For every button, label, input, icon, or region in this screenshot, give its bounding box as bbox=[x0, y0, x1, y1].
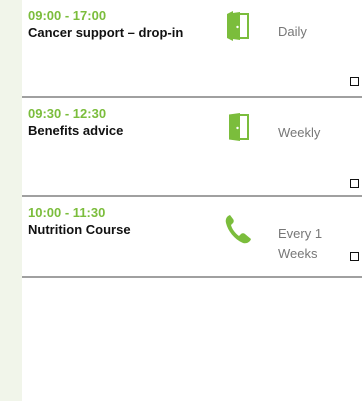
session-title: Benefits advice bbox=[28, 123, 124, 138]
session-title: Cancer support – drop-in bbox=[28, 25, 184, 40]
left-panel bbox=[0, 0, 22, 401]
session-checkbox[interactable] bbox=[350, 252, 359, 261]
session-time: 10:00 - 11:30 bbox=[28, 205, 106, 220]
session-title: Nutrition Course bbox=[28, 222, 131, 237]
session-list: 09:00 - 17:00 Cancer support – drop-in D… bbox=[22, 0, 362, 278]
session-checkbox[interactable] bbox=[350, 179, 359, 188]
session-row[interactable]: 09:30 - 12:30 Benefits advice Weekly bbox=[22, 98, 362, 197]
session-row[interactable]: 10:00 - 11:30 Nutrition Course Every 1 W… bbox=[22, 197, 362, 278]
session-frequency: Daily bbox=[278, 24, 307, 39]
door-icon bbox=[227, 112, 251, 142]
session-checkbox[interactable] bbox=[350, 77, 359, 86]
session-frequency: Every 1 Weeks bbox=[278, 226, 323, 261]
session-row[interactable]: 09:00 - 17:00 Cancer support – drop-in D… bbox=[22, 0, 362, 98]
phone-icon bbox=[224, 213, 252, 245]
session-frequency: Weekly bbox=[278, 125, 321, 140]
session-time: 09:00 - 17:00 bbox=[28, 8, 107, 23]
session-time: 09:30 - 12:30 bbox=[28, 106, 107, 121]
door-icon bbox=[227, 11, 251, 41]
